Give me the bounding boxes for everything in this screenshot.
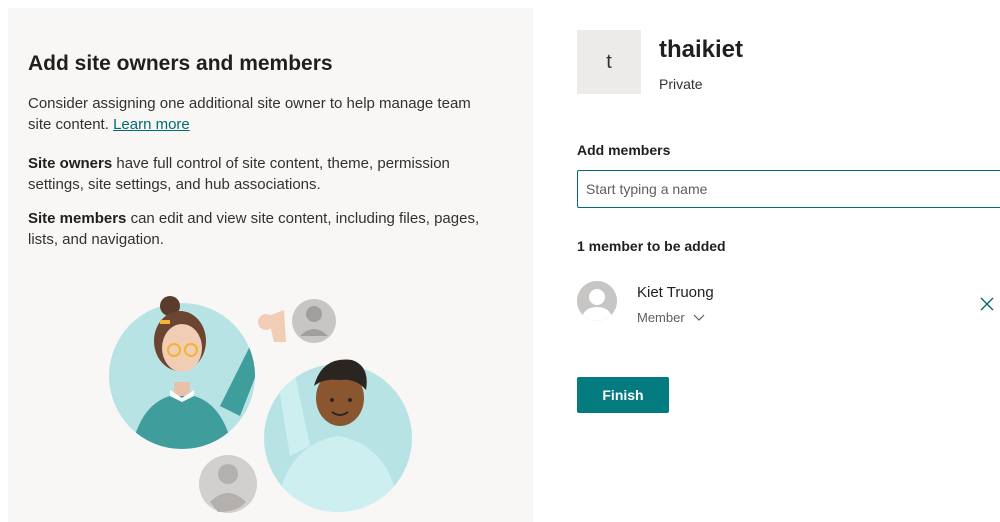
members-to-add-count: 1 member to be added xyxy=(577,238,726,254)
add-members-dialog: Add site owners and members Consider ass… xyxy=(0,0,1000,522)
member-search-input[interactable] xyxy=(577,170,1000,208)
chevron-down-icon xyxy=(693,314,705,321)
member-role-value: Member xyxy=(637,310,685,325)
info-title: Add site owners and members xyxy=(28,52,333,75)
person-placeholder-icon xyxy=(577,281,617,321)
site-initial: t xyxy=(606,50,612,73)
learn-more-link[interactable]: Learn more xyxy=(113,116,190,133)
info-panel: Add site owners and members Consider ass… xyxy=(8,8,533,522)
site-name: thaikiet xyxy=(659,36,744,63)
member-name: Kiet Truong xyxy=(637,284,714,301)
grey-person-icon xyxy=(199,455,257,513)
people-high-five-illustration xyxy=(109,296,412,513)
close-icon[interactable] xyxy=(980,297,994,311)
owners-term: Site owners xyxy=(28,155,113,172)
members-term: Site members xyxy=(28,210,127,227)
intro-paragraph: Consider assigning one additional site o… xyxy=(28,93,493,135)
grey-person-icon xyxy=(292,299,336,343)
member-role-dropdown[interactable]: Member xyxy=(637,310,705,325)
owners-paragraph: Site owners have full control of site co… xyxy=(28,153,493,195)
man-avatar-illustration xyxy=(264,310,412,512)
intro-text: Consider assigning one additional site o… xyxy=(28,95,471,133)
add-members-label: Add members xyxy=(577,142,671,158)
site-avatar: t xyxy=(577,30,641,94)
finish-button[interactable]: Finish xyxy=(577,377,669,413)
woman-avatar-illustration xyxy=(109,296,274,449)
site-privacy-label: Private xyxy=(659,76,703,92)
members-paragraph: Site members can edit and view site cont… xyxy=(28,208,493,250)
